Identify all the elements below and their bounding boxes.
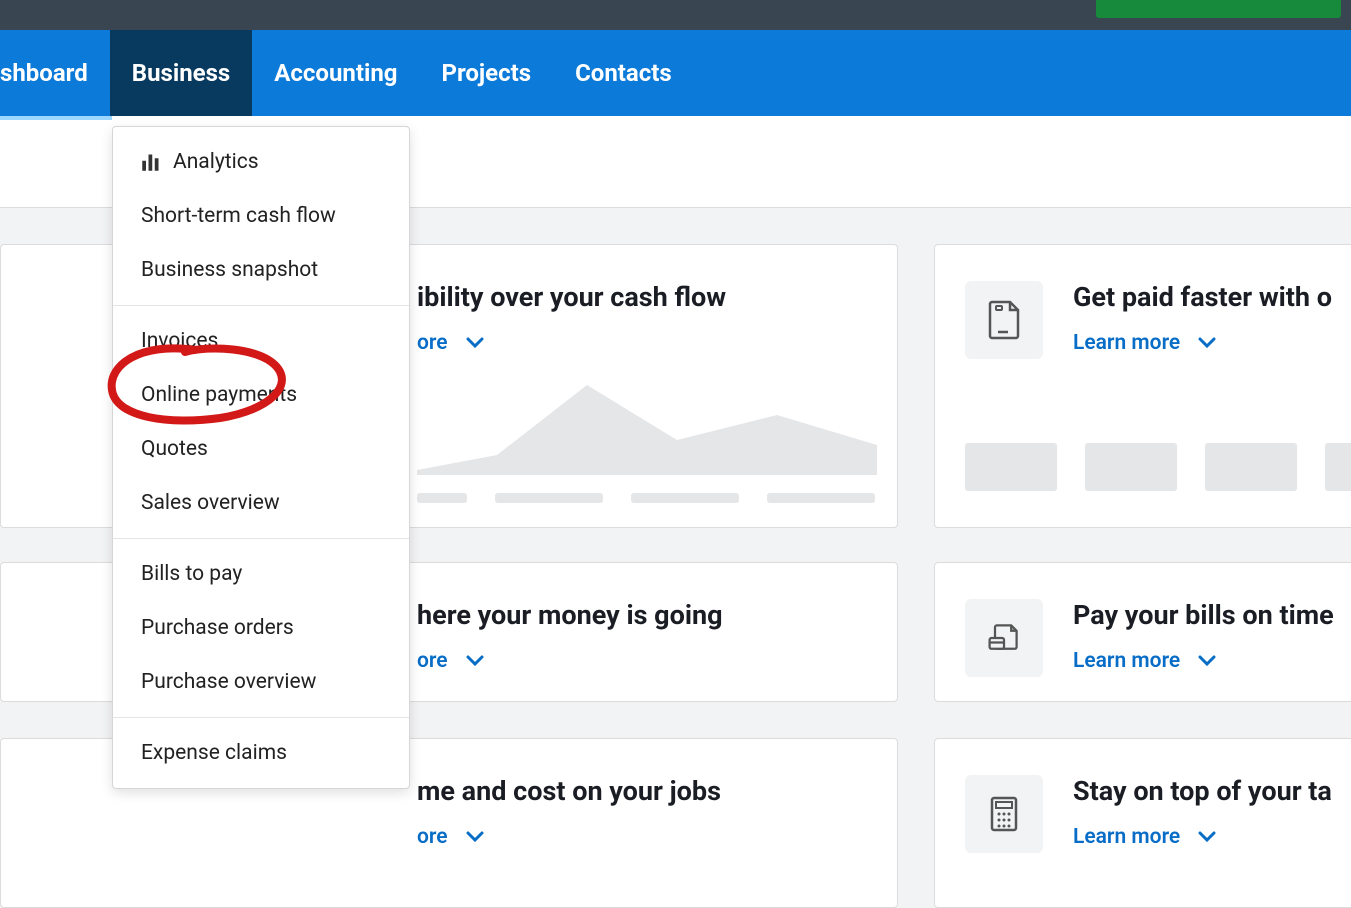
nav-projects[interactable]: Projects (419, 30, 553, 116)
document-icon (965, 281, 1043, 359)
card-title: me and cost on your jobs (417, 775, 861, 807)
menu-online-payments[interactable]: Online payments (113, 368, 409, 422)
card-tax: Stay on top of your ta Learn more (934, 738, 1351, 908)
menu-label: Expense claims (141, 741, 287, 765)
menu-bills-to-pay[interactable]: Bills to pay (113, 547, 409, 601)
placeholder-bars (417, 493, 875, 503)
menu-business-snapshot[interactable]: Business snapshot (113, 243, 409, 297)
learn-more-link[interactable]: Learn more (1073, 825, 1332, 849)
menu-invoices[interactable]: Invoices (113, 314, 409, 368)
cta-button[interactable] (1096, 0, 1341, 18)
nav-dashboard[interactable]: shboard (0, 30, 110, 116)
card-pay-bills: Pay your bills on time Learn more (934, 562, 1351, 702)
card-title: ibility over your cash flow (417, 281, 861, 313)
learn-label: ore (417, 649, 448, 673)
learn-more-link[interactable]: ore (417, 825, 861, 849)
nav-contacts[interactable]: Contacts (553, 30, 694, 116)
business-dropdown: Analytics Short-term cash flow Business … (112, 126, 410, 789)
learn-label: ore (417, 825, 448, 849)
placeholder-boxes (965, 443, 1351, 491)
menu-label: Purchase overview (141, 670, 316, 694)
menu-label: Short-term cash flow (141, 204, 336, 228)
menu-short-term-cash-flow[interactable]: Short-term cash flow (113, 189, 409, 243)
bills-icon (965, 599, 1043, 677)
menu-label: Bills to pay (141, 562, 242, 586)
learn-label: Learn more (1073, 331, 1180, 355)
menu-quotes[interactable]: Quotes (113, 422, 409, 476)
card-title: Get paid faster with o (1073, 281, 1332, 313)
menu-purchase-overview[interactable]: Purchase overview (113, 655, 409, 709)
card-title: Stay on top of your ta (1073, 775, 1332, 807)
analytics-icon (141, 152, 161, 172)
menu-purchase-orders[interactable]: Purchase orders (113, 601, 409, 655)
learn-label: Learn more (1073, 649, 1180, 673)
card-title: Pay your bills on time (1073, 599, 1334, 631)
learn-more-link[interactable]: ore (417, 331, 861, 355)
chevron-down-icon (1198, 337, 1216, 349)
learn-label: Learn more (1073, 825, 1180, 849)
menu-sales-overview[interactable]: Sales overview (113, 476, 409, 530)
sparkline-placeholder (417, 385, 877, 475)
menu-label: Analytics (173, 150, 259, 174)
learn-label: ore (417, 331, 448, 355)
top-bar (0, 0, 1351, 30)
main-nav: shboard Business Accounting Projects Con… (0, 30, 1351, 116)
chevron-down-icon (1198, 655, 1216, 667)
menu-label: Online payments (141, 383, 297, 407)
chevron-down-icon (466, 655, 484, 667)
card-get-paid: Get paid faster with o Learn more (934, 244, 1351, 528)
menu-analytics[interactable]: Analytics (113, 135, 409, 189)
menu-label: Quotes (141, 437, 208, 461)
menu-label: Sales overview (141, 491, 280, 515)
chevron-down-icon (466, 831, 484, 843)
menu-expense-claims[interactable]: Expense claims (113, 726, 409, 780)
nav-accounting[interactable]: Accounting (252, 30, 419, 116)
card-title: here your money is going (417, 599, 861, 631)
nav-underline (0, 116, 112, 120)
chevron-down-icon (1198, 831, 1216, 843)
nav-business[interactable]: Business (110, 30, 253, 116)
menu-label: Purchase orders (141, 616, 294, 640)
learn-more-link[interactable]: Learn more (1073, 331, 1332, 355)
calculator-icon (965, 775, 1043, 853)
menu-label: Invoices (141, 329, 218, 353)
chevron-down-icon (466, 337, 484, 349)
learn-more-link[interactable]: ore (417, 649, 861, 673)
learn-more-link[interactable]: Learn more (1073, 649, 1334, 673)
menu-label: Business snapshot (141, 258, 318, 282)
